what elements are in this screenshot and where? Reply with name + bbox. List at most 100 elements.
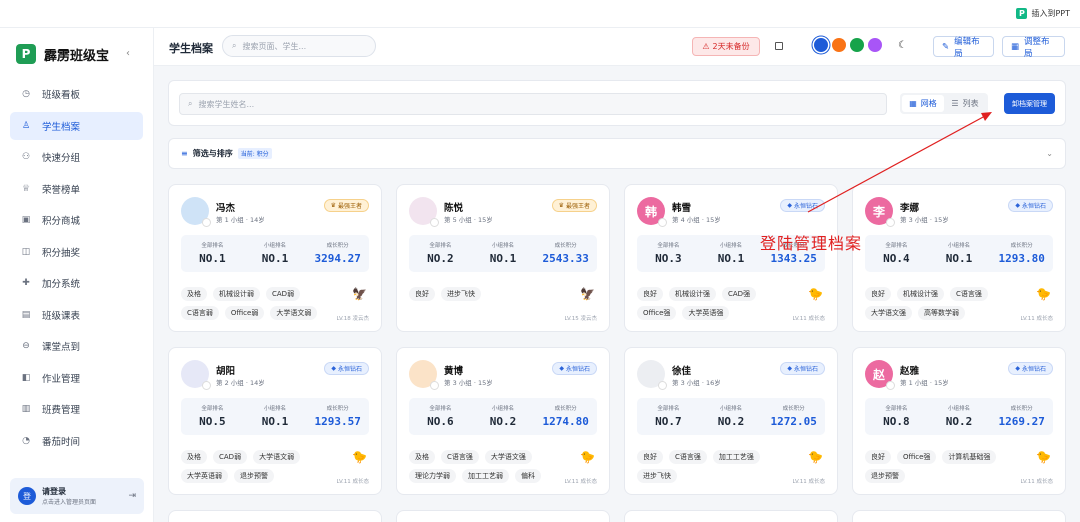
filter-current-tag: 当前: 积分	[237, 148, 272, 159]
sidebar-item-1[interactable]: ♙ 学生档案	[10, 111, 143, 140]
stat-label: 全部排名	[657, 243, 680, 249]
dark-mode-icon[interactable]: ☾	[898, 40, 907, 51]
sidebar-item-3[interactable]: ♕ 荣誉榜单	[10, 175, 143, 203]
stat-value: 3294.27	[314, 252, 361, 265]
student-level: LV.18 凌云杰	[336, 316, 369, 322]
edit-layout-button[interactable]: ✎ 编辑布局	[933, 36, 994, 59]
list-view-button[interactable]: ☰ 列表	[944, 95, 986, 112]
student-name: 冯杰	[216, 203, 236, 214]
rank-badge: ◆ 永恒钻石	[552, 362, 597, 375]
stat-group-rank: 小组排名 NO.1	[700, 235, 763, 272]
stat-label: 全部排名	[201, 406, 224, 412]
gender-icon	[886, 218, 895, 227]
sidebar-item-5[interactable]: ◫ 积分抽奖	[10, 238, 143, 266]
student-search-input[interactable]: ⌕ 搜索学生姓名...	[179, 93, 887, 115]
stat-value: NO.1	[489, 252, 517, 265]
grid-icon: ▦	[1011, 41, 1020, 52]
student-card[interactable]: 陈悦 第 5 小组 · 15岁 ♛ 最强王者 全部排名 NO.2 小组排名 NO.1 …	[396, 184, 610, 332]
backup-warning-badge[interactable]: ⚠ 2天未备份	[692, 37, 760, 56]
rank-badge-label: 最强王者	[337, 203, 362, 210]
page-title: 学生档案	[169, 42, 213, 55]
archive-management-button[interactable]: 卸档案管理	[1004, 93, 1055, 114]
student-tag: CAD弱	[266, 287, 301, 301]
stat-label: 成长积分	[326, 243, 349, 249]
stat-label: 小组排名	[948, 243, 971, 249]
sidebar-item-8[interactable]: ⊖ 课堂点到	[10, 332, 143, 360]
sidebar-item-label: 学生档案	[42, 121, 81, 133]
stat-label: 全部排名	[885, 406, 908, 412]
stat-growth-points: 成长积分 1293.57	[306, 398, 369, 435]
sidebar-item-2[interactable]: ⚇ 快速分组	[10, 143, 143, 171]
level-mascot-icon: 🐤	[580, 450, 595, 464]
diamond-icon: ◆	[559, 365, 564, 372]
logout-icon[interactable]: ⇥	[128, 491, 136, 501]
student-card[interactable]: 徐佳 第 3 小组 · 16岁 ◆ 永恒钻石 全部排名 NO.7 小组排名 NO.2 …	[624, 347, 838, 495]
rank-badge-label: 永恒钻石	[337, 366, 362, 373]
sidebar-item-11[interactable]: ◔ 番茄时间	[10, 427, 143, 455]
student-card[interactable]	[168, 510, 382, 522]
theme-color-swatch[interactable]	[814, 38, 828, 52]
rank-badge: ◆ 永恒钻石	[780, 199, 825, 212]
login-panel[interactable]: 登 请登录 点击进入管理员页面 ⇥	[10, 478, 144, 514]
plus-icon: ✚	[22, 278, 30, 288]
sidebar-item-0[interactable]: ◷ 班级看板	[10, 80, 143, 108]
student-card[interactable]: 李 李娜 第 3 小组 · 15岁 ◆ 永恒钻石 全部排名 NO.4 小组排名 NO.…	[852, 184, 1066, 332]
adjust-layout-button[interactable]: ▦ 调整布局	[1002, 36, 1065, 59]
student-tag: 大学语文强	[484, 450, 532, 464]
insert-ppt-button[interactable]: P 插入到PPT	[1016, 8, 1070, 19]
student-card[interactable]	[396, 510, 610, 522]
student-card[interactable]: 胡阳 第 2 小组 · 14岁 ◆ 永恒钻石 全部排名 NO.5 小组排名 NO.1 …	[168, 347, 382, 495]
theme-color-swatch[interactable]	[850, 38, 864, 52]
calendar-icon: ▤	[21, 309, 31, 320]
student-avatar	[409, 360, 439, 390]
student-tag: 大学英语强	[682, 306, 730, 320]
student-card[interactable]	[852, 510, 1066, 522]
stat-label: 小组排名	[948, 406, 971, 412]
student-stats: 全部排名 NO.2 小组排名 NO.1 成长积分 2543.33	[409, 235, 597, 272]
rank-badge-label: 永恒钻石	[565, 366, 590, 373]
student-tag: 良好	[637, 450, 663, 464]
student-name: 徐佳	[672, 366, 692, 377]
layout-toggle-icon[interactable]	[775, 42, 783, 50]
student-card[interactable]: 黄博 第 3 小组 · 15岁 ◆ 永恒钻石 全部排名 NO.6 小组排名 NO.2 …	[396, 347, 610, 495]
student-card[interactable]: 冯杰 第 1 小组 · 14岁 ♛ 最强王者 全部排名 NO.1 小组排名 NO.1 …	[168, 184, 382, 332]
level-mascot-icon: 🐤	[1036, 450, 1051, 464]
grid-view-button[interactable]: ▦ 网格	[902, 95, 944, 112]
student-tag: 及格	[181, 450, 207, 464]
student-tag: Office强	[637, 306, 677, 320]
avatar-initial: 李	[872, 204, 885, 219]
sidebar-item-6[interactable]: ✚ 加分系统	[10, 269, 143, 297]
student-stats: 全部排名 NO.6 小组排名 NO.2 成长积分 1274.80	[409, 398, 597, 435]
diamond-icon: ◆	[1015, 365, 1020, 372]
level-mascot-icon: 🐤	[808, 287, 823, 301]
filter-sort-bar[interactable]: ≡ 筛选与排序 当前: 积分 ⌄	[168, 138, 1066, 169]
student-card[interactable]	[624, 510, 838, 522]
collapse-sidebar-icon[interactable]: ‹	[126, 48, 130, 59]
student-card[interactable]: 韩 韩雪 第 4 小组 · 15岁 ◆ 永恒钻石 全部排名 NO.3 小组排名 NO.…	[624, 184, 838, 332]
student-level: LV.11 成长态	[336, 479, 369, 485]
stat-value: NO.2	[717, 415, 745, 428]
stat-label: 小组排名	[492, 243, 515, 249]
filter-icon: ≡	[181, 149, 188, 158]
sidebar-item-label: 作业管理	[42, 373, 81, 385]
annotation-text: 登陆管理档案	[760, 234, 863, 253]
stat-label: 全部排名	[429, 406, 452, 412]
sidebar-item-4[interactable]: ▣ 积分商城	[10, 206, 143, 234]
sidebar-item-label: 荣誉榜单	[42, 184, 81, 196]
stat-label: 成长积分	[554, 243, 577, 249]
theme-color-swatch[interactable]	[832, 38, 846, 52]
student-level: LV.11 成长态	[1020, 479, 1053, 485]
sidebar-item-7[interactable]: ▤ 班级课表	[10, 301, 143, 329]
stat-value: NO.1	[717, 252, 745, 265]
login-avatar: 登	[18, 487, 36, 505]
sidebar-item-10[interactable]: ▥ 班费管理	[10, 395, 143, 423]
chevron-down-icon[interactable]: ⌄	[1046, 149, 1053, 158]
student-tag: 良好	[409, 287, 435, 301]
theme-color-swatch[interactable]	[868, 38, 882, 52]
student-tag: 计算机基础强	[942, 450, 997, 464]
sidebar-item-9[interactable]: ◧ 作业管理	[10, 364, 143, 392]
stat-value: NO.3	[655, 252, 682, 265]
student-card[interactable]: 赵 赵雅 第 1 小组 · 15岁 ◆ 永恒钻石 全部排名 NO.8 小组排名 NO.…	[852, 347, 1066, 495]
global-search-input[interactable]: ⌕ 搜索页面、学生...	[222, 35, 376, 57]
stat-group-rank: 小组排名 NO.2	[928, 398, 991, 435]
